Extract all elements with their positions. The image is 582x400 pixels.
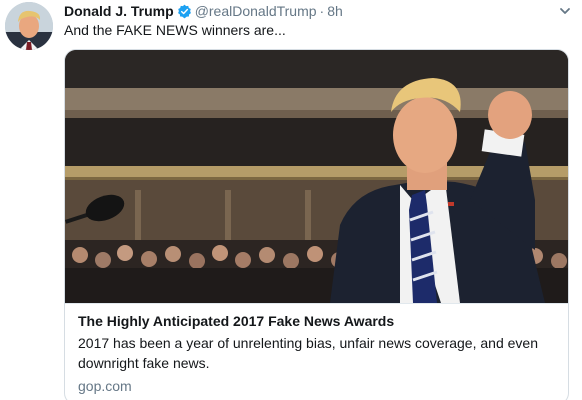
avatar[interactable] bbox=[5, 2, 53, 50]
card-body[interactable]: The Highly Anticipated 2017 Fake News Aw… bbox=[65, 303, 568, 394]
card-image[interactable] bbox=[65, 50, 568, 303]
link-card[interactable]: The Highly Anticipated 2017 Fake News Aw… bbox=[64, 49, 569, 400]
separator-dot: · bbox=[319, 3, 325, 19]
card-domain[interactable]: gop.com bbox=[78, 378, 555, 394]
timestamp[interactable]: 8h bbox=[327, 3, 343, 19]
handle[interactable]: @realDonaldTrump bbox=[195, 3, 317, 19]
card-title[interactable]: The Highly Anticipated 2017 Fake News Aw… bbox=[78, 313, 555, 329]
card-description: 2017 has been a year of unrelenting bias… bbox=[78, 335, 538, 371]
avatar-image bbox=[5, 2, 53, 50]
tweet[interactable]: Donald J. Trump @realDonaldTrump · 8h An… bbox=[0, 0, 582, 400]
display-name[interactable]: Donald J. Trump bbox=[64, 3, 174, 19]
verified-badge-icon bbox=[177, 4, 192, 19]
tweet-header: Donald J. Trump @realDonaldTrump · 8h bbox=[64, 2, 343, 20]
chevron-down-icon[interactable] bbox=[556, 2, 574, 20]
tweet-text: And the FAKE NEWS winners are... bbox=[64, 22, 286, 38]
